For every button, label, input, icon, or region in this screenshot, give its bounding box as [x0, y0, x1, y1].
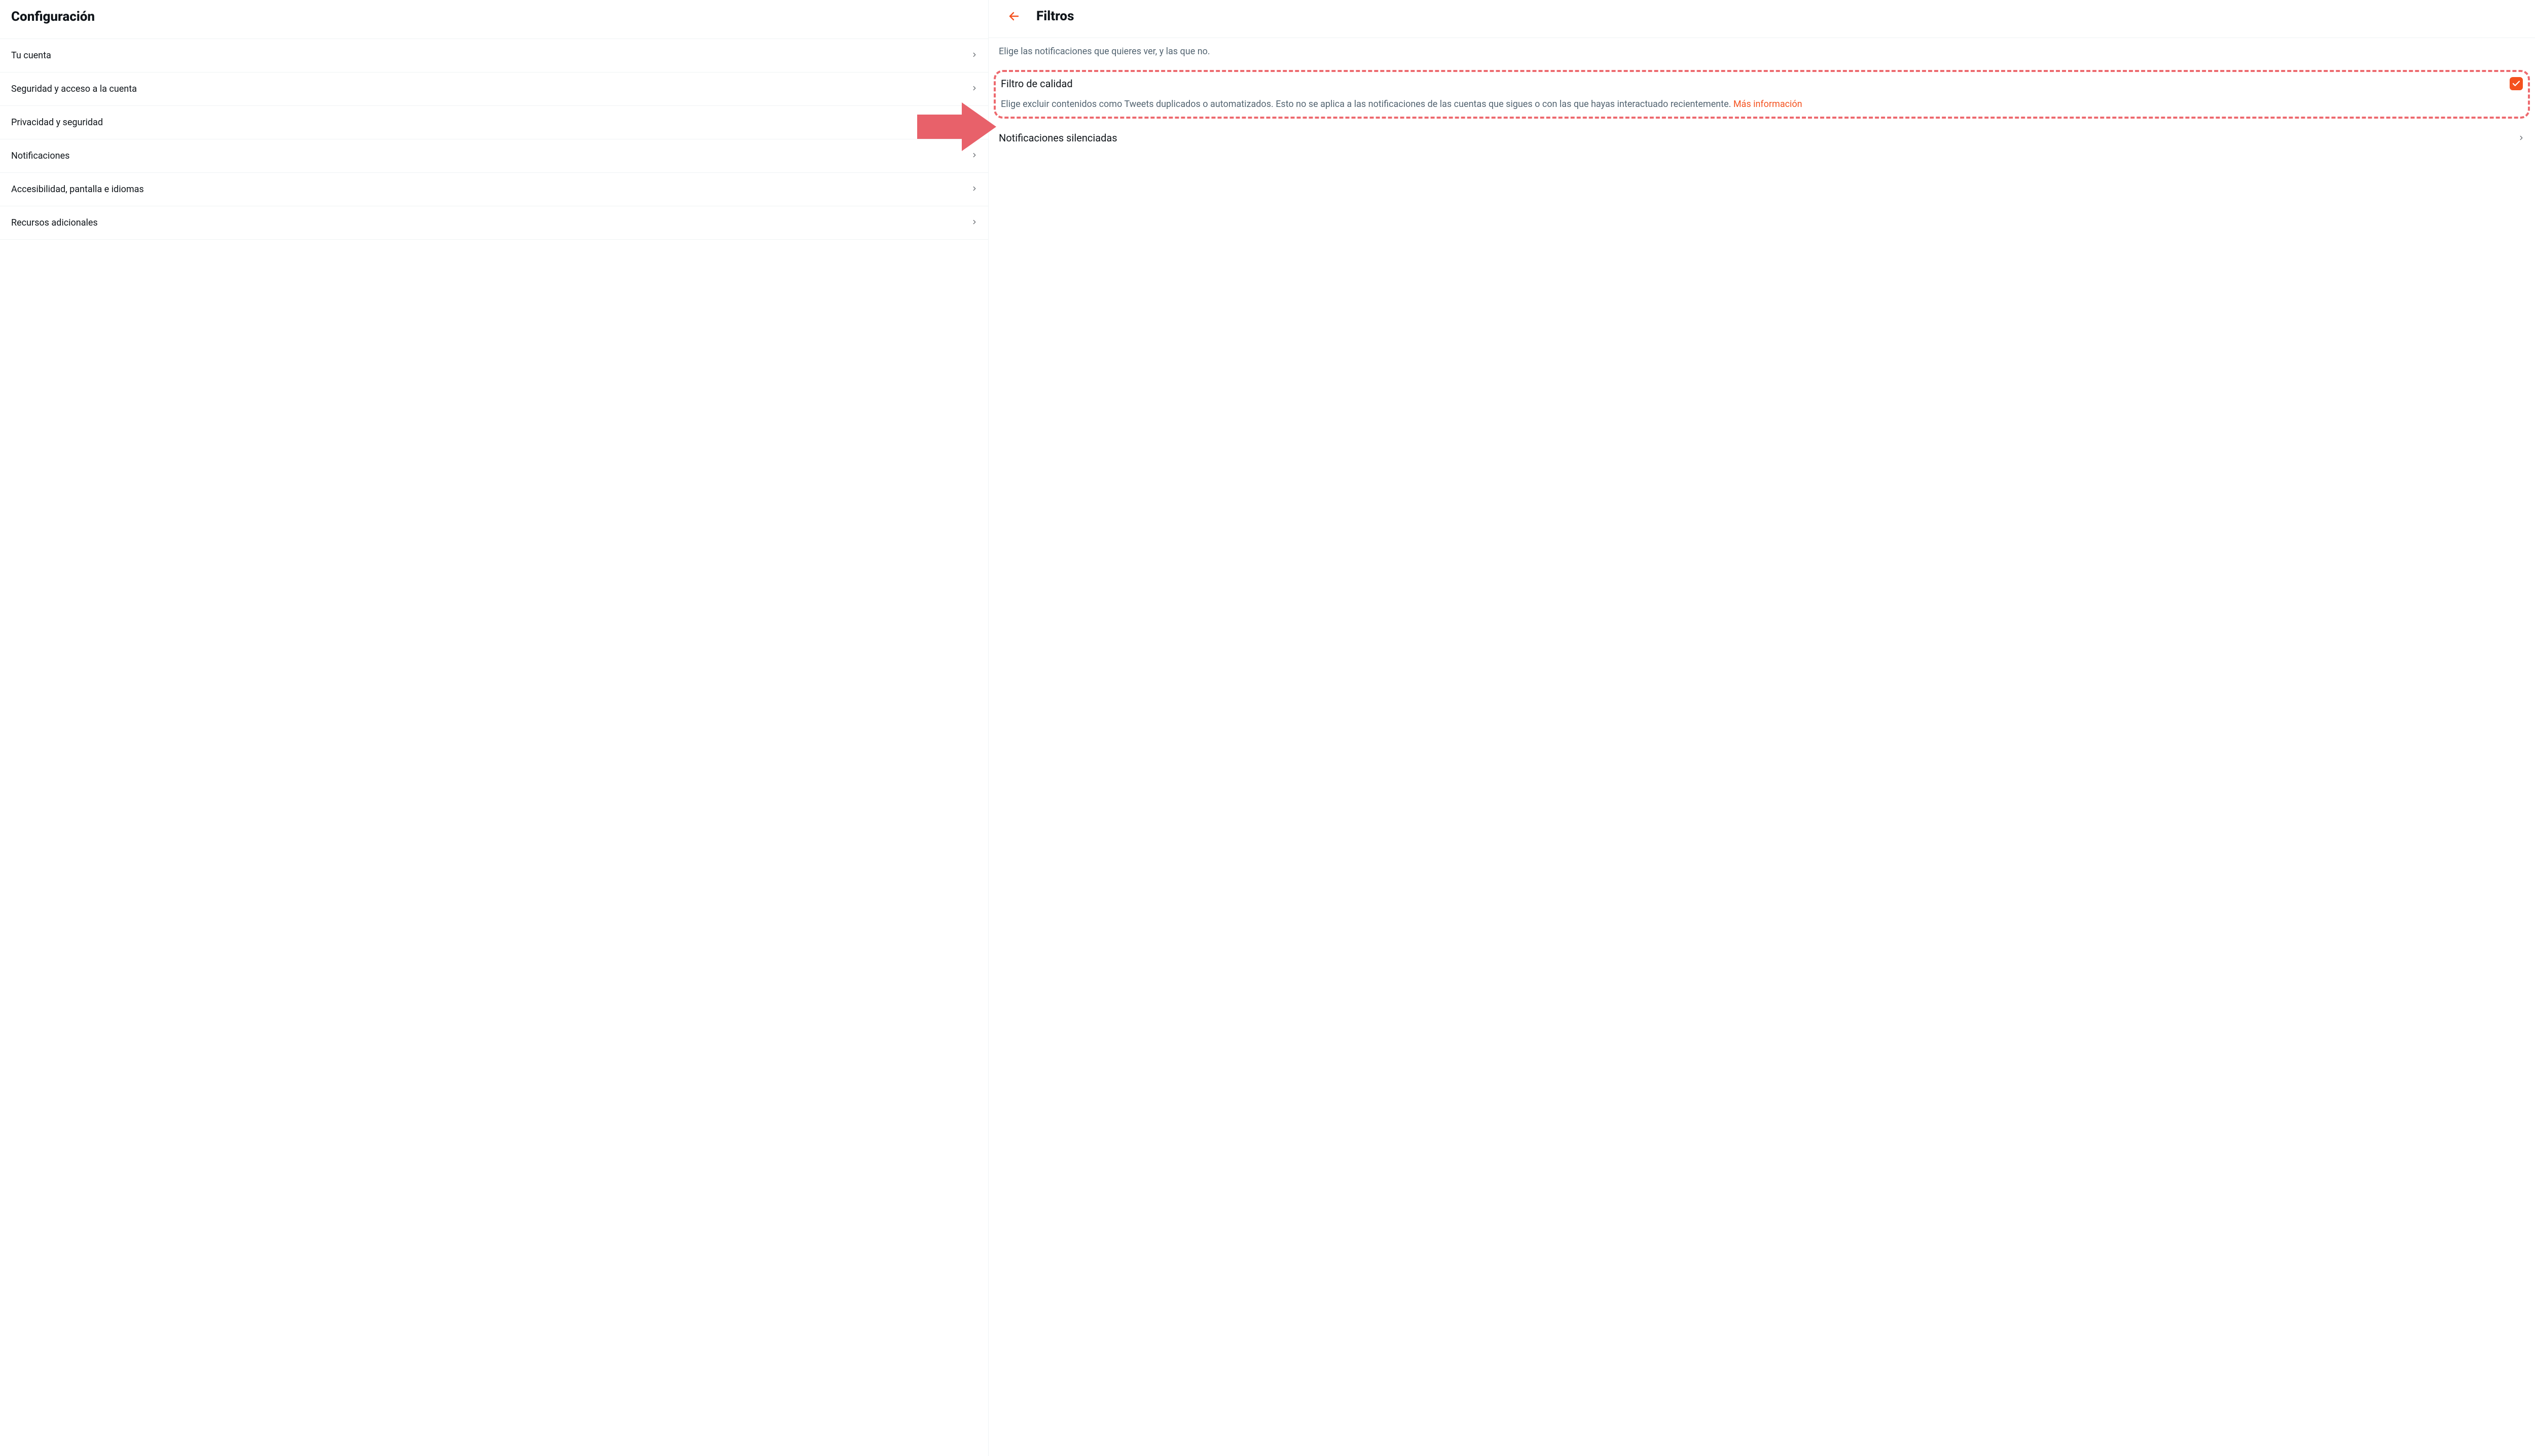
- chevron-right-icon: [2518, 132, 2525, 144]
- sidebar-item-resources[interactable]: Recursos adicionales: [0, 206, 988, 240]
- arrow-left-icon: [1008, 10, 1020, 22]
- quality-filter-title: Filtro de calidad: [1001, 78, 1073, 90]
- sidebar-item-label: Notificaciones: [11, 151, 69, 161]
- chevron-right-icon: [971, 50, 978, 61]
- checkmark-icon: [2512, 79, 2521, 88]
- quality-filter-description: Elige excluir contenidos como Tweets dup…: [1001, 97, 2523, 112]
- learn-more-link[interactable]: Más información: [1733, 99, 1802, 110]
- chevron-right-icon: [971, 151, 978, 161]
- sidebar-item-notifications[interactable]: Notificaciones: [0, 139, 988, 173]
- detail-header: Filtros: [989, 0, 2535, 38]
- chevron-right-icon: [971, 217, 978, 228]
- sidebar-item-privacy[interactable]: Privacidad y seguridad: [0, 106, 988, 139]
- sidebar-item-label: Seguridad y acceso a la cuenta: [11, 84, 137, 94]
- muted-notifications-label: Notificaciones silenciadas: [999, 132, 1117, 144]
- detail-pane: Filtros Elige las notificaciones que qui…: [989, 0, 2535, 1456]
- quality-filter-description-text: Elige excluir contenidos como Tweets dup…: [1001, 99, 1733, 110]
- sidebar-item-label: Tu cuenta: [11, 50, 51, 61]
- settings-sidebar: Configuración Tu cuenta Seguridad y acce…: [0, 0, 989, 1456]
- chevron-right-icon: [971, 84, 978, 94]
- muted-notifications-row[interactable]: Notificaciones silenciadas: [989, 121, 2535, 155]
- settings-title: Configuración: [0, 0, 988, 39]
- settings-menu: Tu cuenta Seguridad y acceso a la cuenta…: [0, 39, 988, 240]
- quality-filter-section: Filtro de calidad Elige excluir contenid…: [994, 70, 2530, 119]
- sidebar-item-accessibility[interactable]: Accesibilidad, pantalla e idiomas: [0, 173, 988, 206]
- detail-title: Filtros: [1036, 9, 1074, 24]
- chevron-right-icon: [971, 117, 978, 128]
- sidebar-item-label: Privacidad y seguridad: [11, 117, 103, 128]
- quality-filter-header: Filtro de calidad: [1001, 77, 2523, 90]
- sidebar-item-label: Recursos adicionales: [11, 217, 98, 228]
- quality-filter-checkbox[interactable]: [2510, 77, 2523, 90]
- sidebar-item-account[interactable]: Tu cuenta: [0, 39, 988, 72]
- back-button[interactable]: [1005, 7, 1023, 25]
- chevron-right-icon: [971, 184, 978, 195]
- detail-intro: Elige las notificaciones que quieres ver…: [989, 38, 2535, 66]
- sidebar-item-label: Accesibilidad, pantalla e idiomas: [11, 184, 144, 195]
- sidebar-item-security-access[interactable]: Seguridad y acceso a la cuenta: [0, 72, 988, 106]
